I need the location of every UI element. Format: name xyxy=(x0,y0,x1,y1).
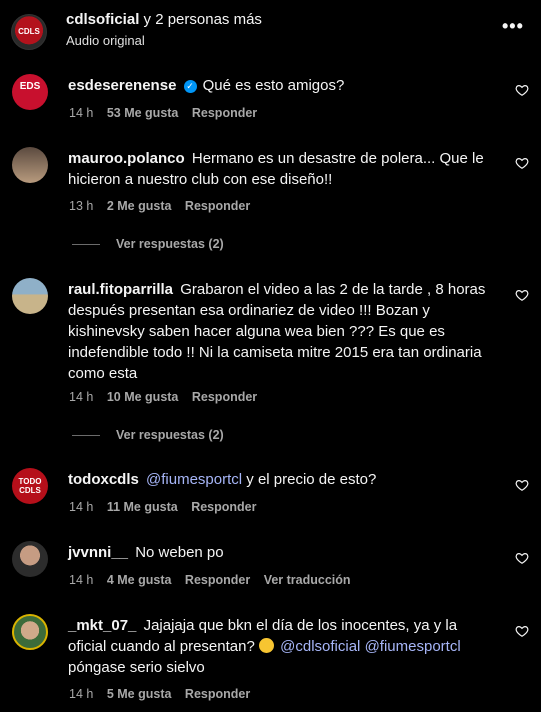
reply-button[interactable]: Responder xyxy=(185,573,250,587)
comment-text: raul.fitoparrilla Grabaron el video a la… xyxy=(68,279,496,384)
user-avatar[interactable]: TODO CDLS xyxy=(12,468,48,504)
comment-time: 14 h xyxy=(69,573,94,587)
mention-link[interactable]: @fiumesportcl xyxy=(365,638,461,655)
more-options-icon[interactable]: ••• xyxy=(502,16,524,37)
user-avatar[interactable] xyxy=(12,614,48,650)
mention-link[interactable]: @fiumesportcl xyxy=(146,471,242,488)
comment-time: 14 h xyxy=(69,500,94,514)
reply-button[interactable]: Responder xyxy=(192,390,257,404)
laughing-emoji-icon xyxy=(258,638,274,653)
comment-username[interactable]: todoxcdls xyxy=(68,471,139,488)
avatar-text: CDLS xyxy=(18,27,40,36)
avatar-text: TODO CDLS xyxy=(18,477,42,495)
comment-meta: 14 h 10 Me gusta Responder xyxy=(69,390,267,404)
comment-meta: 14 h 53 Me gusta Responder xyxy=(69,106,267,120)
replies-line xyxy=(72,244,100,246)
cdlsoficial-avatar[interactable]: CDLS xyxy=(11,14,47,50)
post-header: CDLS cdlsoficial y 2 personas más Audio … xyxy=(0,0,541,60)
comment-likes[interactable]: 53 Me gusta xyxy=(107,106,179,120)
comment-username[interactable]: mauroo.polanco xyxy=(68,150,185,167)
comment-message: y el precio de esto? xyxy=(242,471,377,488)
see-translation-button[interactable]: Ver traducción xyxy=(264,573,351,587)
like-heart-icon[interactable] xyxy=(515,83,529,97)
view-replies-button[interactable]: Ver respuestas (2) xyxy=(72,428,224,442)
like-heart-icon[interactable] xyxy=(515,156,529,170)
user-avatar[interactable] xyxy=(12,541,48,577)
comment-username[interactable]: esdeserenense xyxy=(68,77,176,94)
comment-text: jvvnni__ No weben po xyxy=(68,542,496,563)
header-user[interactable]: cdlsoficial xyxy=(66,11,139,28)
comment-text: todoxcdls @fiumesportcl y el precio de e… xyxy=(68,469,496,490)
comment-username[interactable]: raul.fitoparrilla xyxy=(68,281,173,298)
comment-text: esdeserenense ✓ Qué es esto amigos? xyxy=(68,75,496,96)
comment-text: mauroo.polanco Hermano es un desastre de… xyxy=(68,148,496,190)
comment-time: 14 h xyxy=(69,390,94,404)
comment-username[interactable]: _mkt_07_ xyxy=(68,617,136,634)
user-avatar[interactable] xyxy=(12,147,48,183)
comment-meta: 14 h 11 Me gusta Responder xyxy=(69,500,266,514)
reply-button[interactable]: Responder xyxy=(191,500,256,514)
mention-link[interactable]: @cdlsoficial xyxy=(280,638,360,655)
comment-message-end: póngase serio sielvo xyxy=(68,659,205,676)
comment-text: _mkt_07_ Jajajaja que bkn el día de los … xyxy=(68,615,496,678)
like-heart-icon[interactable] xyxy=(515,551,529,565)
audio-label[interactable]: Audio original xyxy=(66,33,145,48)
view-replies-button[interactable]: Ver respuestas (2) xyxy=(72,237,224,251)
like-heart-icon[interactable] xyxy=(515,288,529,302)
like-heart-icon[interactable] xyxy=(515,624,529,638)
comment-likes[interactable]: 11 Me gusta xyxy=(107,500,178,514)
comment-message: Qué es esto amigos? xyxy=(202,77,345,94)
header-rest: y 2 personas más xyxy=(143,11,262,28)
reply-button[interactable]: Responder xyxy=(185,199,250,213)
comment-username[interactable]: jvvnni__ xyxy=(68,544,128,561)
comment-meta: 14 h 4 Me gusta Responder Ver traducción xyxy=(69,573,361,587)
header-title[interactable]: cdlsoficial y 2 personas más xyxy=(66,11,262,28)
view-replies-label[interactable]: Ver respuestas (2) xyxy=(116,428,224,442)
comment-meta: 13 h 2 Me gusta Responder xyxy=(69,199,260,213)
comment-likes[interactable]: 4 Me gusta xyxy=(107,573,172,587)
reply-button[interactable]: Responder xyxy=(185,687,250,701)
avatar-text: EDS xyxy=(19,81,41,92)
verified-badge-icon: ✓ xyxy=(183,80,197,93)
user-avatar[interactable]: EDS xyxy=(12,74,48,110)
comment-time: 14 h xyxy=(69,106,94,120)
comment-likes[interactable]: 10 Me gusta xyxy=(107,390,179,404)
comment-meta: 14 h 5 Me gusta Responder xyxy=(69,687,260,701)
user-avatar[interactable] xyxy=(12,278,48,314)
view-replies-label[interactable]: Ver respuestas (2) xyxy=(116,237,224,251)
comment-message: No weben po xyxy=(135,544,224,561)
comment-time: 14 h xyxy=(69,687,94,701)
reply-button[interactable]: Responder xyxy=(192,106,257,120)
comment-likes[interactable]: 2 Me gusta xyxy=(107,199,172,213)
comment-likes[interactable]: 5 Me gusta xyxy=(107,687,172,701)
like-heart-icon[interactable] xyxy=(515,478,529,492)
replies-line xyxy=(72,435,100,437)
comment-time: 13 h xyxy=(69,199,94,213)
